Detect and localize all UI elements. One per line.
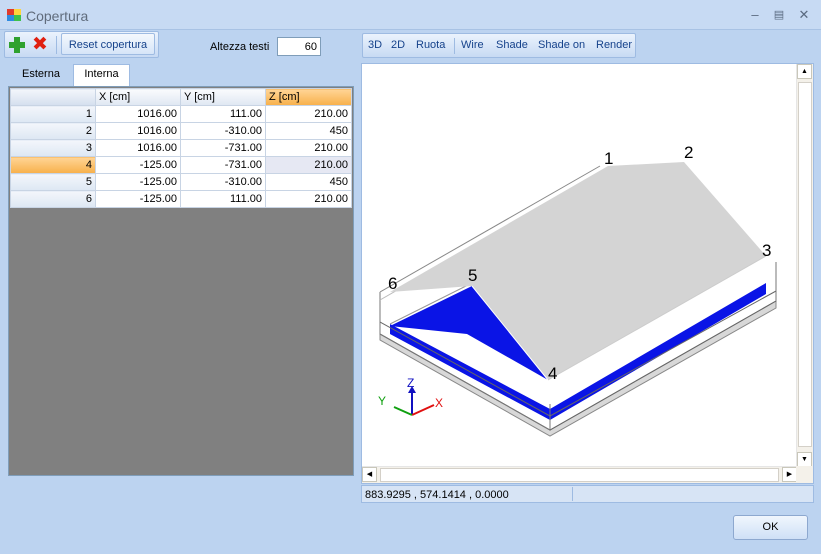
table-row[interactable]: 6 -125.00 111.00 210.00 [10, 190, 352, 208]
cell-x[interactable]: 1016.00 [95, 105, 181, 123]
row-header[interactable]: 5 [10, 173, 96, 191]
maximize-icon[interactable]: ▤ [769, 6, 789, 24]
roof-model-drawing[interactable]: 1 2 3 4 5 6 Z X Y [362, 64, 797, 467]
tab-esterna[interactable]: Esterna [10, 65, 72, 85]
app-icon [7, 9, 21, 21]
cell-y[interactable]: -731.00 [180, 139, 266, 157]
cell-y[interactable]: 111.00 [180, 105, 266, 123]
add-row-icon[interactable] [8, 36, 26, 54]
reset-copertura-button[interactable]: Reset copertura [61, 33, 155, 55]
axis-x-label: X [435, 396, 443, 410]
coordinates-grid: X [cm] Y [cm] Z [cm] 1 1016.00 111.00 21… [8, 86, 354, 476]
row-header[interactable]: 6 [10, 190, 96, 208]
cell-z[interactable]: 210.00 [265, 190, 352, 208]
wire-button[interactable]: Wire [461, 39, 484, 51]
scroll-up-icon[interactable]: ▲ [797, 64, 812, 79]
cell-z[interactable]: 210.00 [265, 139, 352, 157]
horizontal-scrollbar[interactable]: ◀ ▶ [362, 466, 797, 483]
scroll-left-icon[interactable]: ◀ [362, 467, 377, 482]
cell-x[interactable]: -125.00 [95, 173, 181, 191]
rotate-button[interactable]: Ruota [416, 39, 445, 51]
view-toolbar-separator [454, 38, 455, 54]
view-2d-button[interactable]: 2D [391, 39, 405, 51]
shade-button[interactable]: Shade [496, 39, 528, 51]
row-header[interactable]: 4 [10, 156, 96, 174]
vertical-scroll-thumb[interactable] [798, 82, 812, 447]
grid-corner[interactable] [10, 88, 96, 106]
3d-viewport[interactable]: 1 2 3 4 5 6 Z X Y ▲ ▼ ◀ ▶ [361, 63, 814, 484]
point-label: 6 [388, 274, 397, 293]
cell-x[interactable]: 1016.00 [95, 122, 181, 140]
horizontal-scroll-thumb[interactable] [380, 468, 779, 482]
render-button[interactable]: Render [596, 39, 632, 51]
roof-surface [390, 162, 766, 380]
cell-z-current[interactable]: 210.00 [265, 156, 352, 174]
table-row[interactable]: 5 -125.00 -310.00 450 [10, 173, 352, 191]
altezza-testi-input[interactable] [277, 37, 321, 56]
coordinates-table: X [cm] Y [cm] Z [cm] 1 1016.00 111.00 21… [10, 88, 352, 208]
scroll-down-icon[interactable]: ▼ [797, 452, 812, 467]
scroll-right-icon[interactable]: ▶ [782, 467, 797, 482]
cell-z[interactable]: 450 [265, 173, 352, 191]
tab-strip: Esterna Interna [6, 62, 355, 86]
vertical-scrollbar[interactable]: ▲ ▼ [796, 64, 813, 467]
axis-x-line [411, 404, 435, 416]
column-header-x[interactable]: X [cm] [95, 88, 181, 106]
scroll-corner [796, 466, 813, 483]
altezza-testi-label: Altezza testi [210, 41, 270, 53]
window-title: Copertura [26, 8, 89, 24]
cell-x[interactable]: 1016.00 [95, 139, 181, 157]
cell-z[interactable]: 210.00 [265, 105, 352, 123]
point-label: 5 [468, 266, 477, 285]
cell-x[interactable]: -125.00 [95, 156, 181, 174]
axis-z-label: Z [407, 376, 414, 390]
cell-x[interactable]: -125.00 [95, 190, 181, 208]
cell-y[interactable]: -310.00 [180, 173, 266, 191]
grid-toolbar: ✖ Reset copertura [4, 31, 159, 58]
table-row-selected[interactable]: 4 -125.00 -731.00 210.00 [10, 156, 352, 174]
table-row[interactable]: 2 1016.00 -310.00 450 [10, 122, 352, 140]
point-label: 4 [548, 364, 557, 383]
axis-y-line [393, 406, 413, 416]
cell-y[interactable]: -310.00 [180, 122, 266, 140]
shade-on-button[interactable]: Shade on [538, 39, 585, 51]
view-3d-button[interactable]: 3D [368, 39, 382, 51]
minimize-icon[interactable]: – [745, 6, 765, 24]
cell-z[interactable]: 450 [265, 122, 352, 140]
column-header-y[interactable]: Y [cm] [180, 88, 266, 106]
axis-y-label: Y [378, 394, 386, 408]
cursor-coordinates: 883.9295 , 574.1414 , 0.0000 [365, 489, 509, 501]
row-header[interactable]: 1 [10, 105, 96, 123]
row-header[interactable]: 3 [10, 139, 96, 157]
point-label: 3 [762, 241, 771, 260]
toolbar-separator [56, 36, 57, 54]
table-row[interactable]: 1 1016.00 111.00 210.00 [10, 105, 352, 123]
status-separator [572, 487, 573, 501]
row-header[interactable]: 2 [10, 122, 96, 140]
coordinates-status-bar: 883.9295 , 574.1414 , 0.0000 [361, 485, 814, 503]
tab-interna[interactable]: Interna [73, 64, 130, 86]
table-row[interactable]: 3 1016.00 -731.00 210.00 [10, 139, 352, 157]
ok-button[interactable]: OK [733, 515, 808, 540]
point-label: 2 [684, 143, 693, 162]
point-label: 1 [604, 149, 613, 168]
column-header-z[interactable]: Z [cm] [265, 88, 352, 106]
title-bar: Copertura – ▤ ✕ [0, 0, 821, 30]
close-icon[interactable]: ✕ [794, 6, 814, 24]
delete-row-icon[interactable]: ✖ [31, 35, 49, 54]
cell-y[interactable]: 111.00 [180, 190, 266, 208]
view-toolbar: 3D 2D Ruota Wire Shade Shade on Render [362, 33, 636, 58]
cell-y[interactable]: -731.00 [180, 156, 266, 174]
